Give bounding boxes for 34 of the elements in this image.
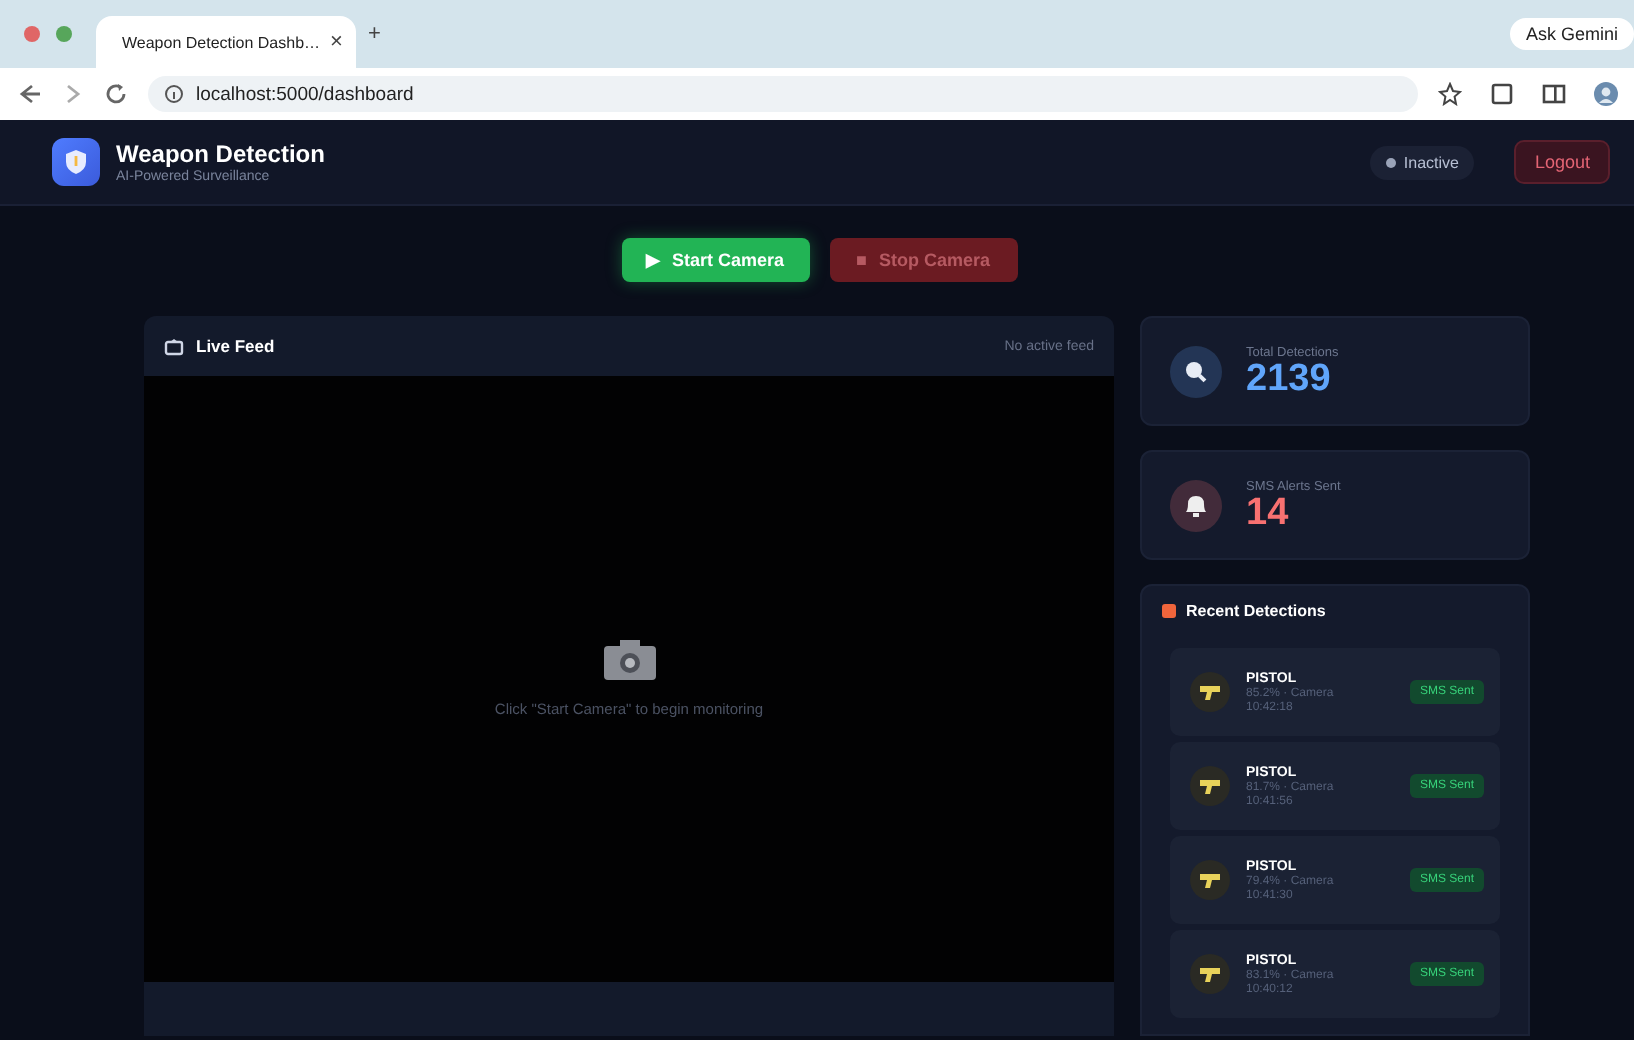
address-bar[interactable]: localhost:5000/dashboard [148,76,1418,112]
info-icon [164,84,184,104]
gemini-chip[interactable]: Ask Gemini [1509,18,1634,50]
star-icon [1438,82,1462,106]
tab-close-button[interactable]: × [330,30,343,54]
shield-logo-icon [52,138,100,186]
reload-icon [104,82,128,106]
pistol-icon [1198,776,1222,796]
pistol-icon [1198,964,1222,984]
new-tab-button[interactable]: + [368,22,381,46]
back-icon [16,82,40,106]
pistol-icon [1198,870,1222,890]
search-icon [1182,357,1210,385]
close-window-icon [24,26,40,42]
browser-tab[interactable]: Weapon Detection Dashb… × [96,16,356,68]
status-dot-icon [1385,157,1396,167]
extensions-icon [1490,82,1514,106]
tab-title: Weapon Detection Dashb… [122,33,321,51]
stat-value: 14 [1246,493,1291,531]
bell-icon [1182,491,1210,519]
maximize-window-icon [56,26,72,42]
camera-icon [603,640,655,680]
app-title: Weapon Detection [116,140,325,168]
pistol-icon [1198,682,1222,702]
stat-value: 2139 [1246,359,1333,397]
panel-title: Live Feed [196,336,275,356]
tv-icon [164,337,184,355]
profile-avatar-icon [1594,82,1618,106]
url-text: localhost:5000/dashboard [196,83,414,105]
status-text: Inactive [1403,153,1459,171]
alert-icon [1162,604,1176,618]
logout-button[interactable]: Logout [1514,140,1610,184]
sidebar-icon [1542,82,1566,106]
panel-title: Recent Detections [1186,602,1326,620]
